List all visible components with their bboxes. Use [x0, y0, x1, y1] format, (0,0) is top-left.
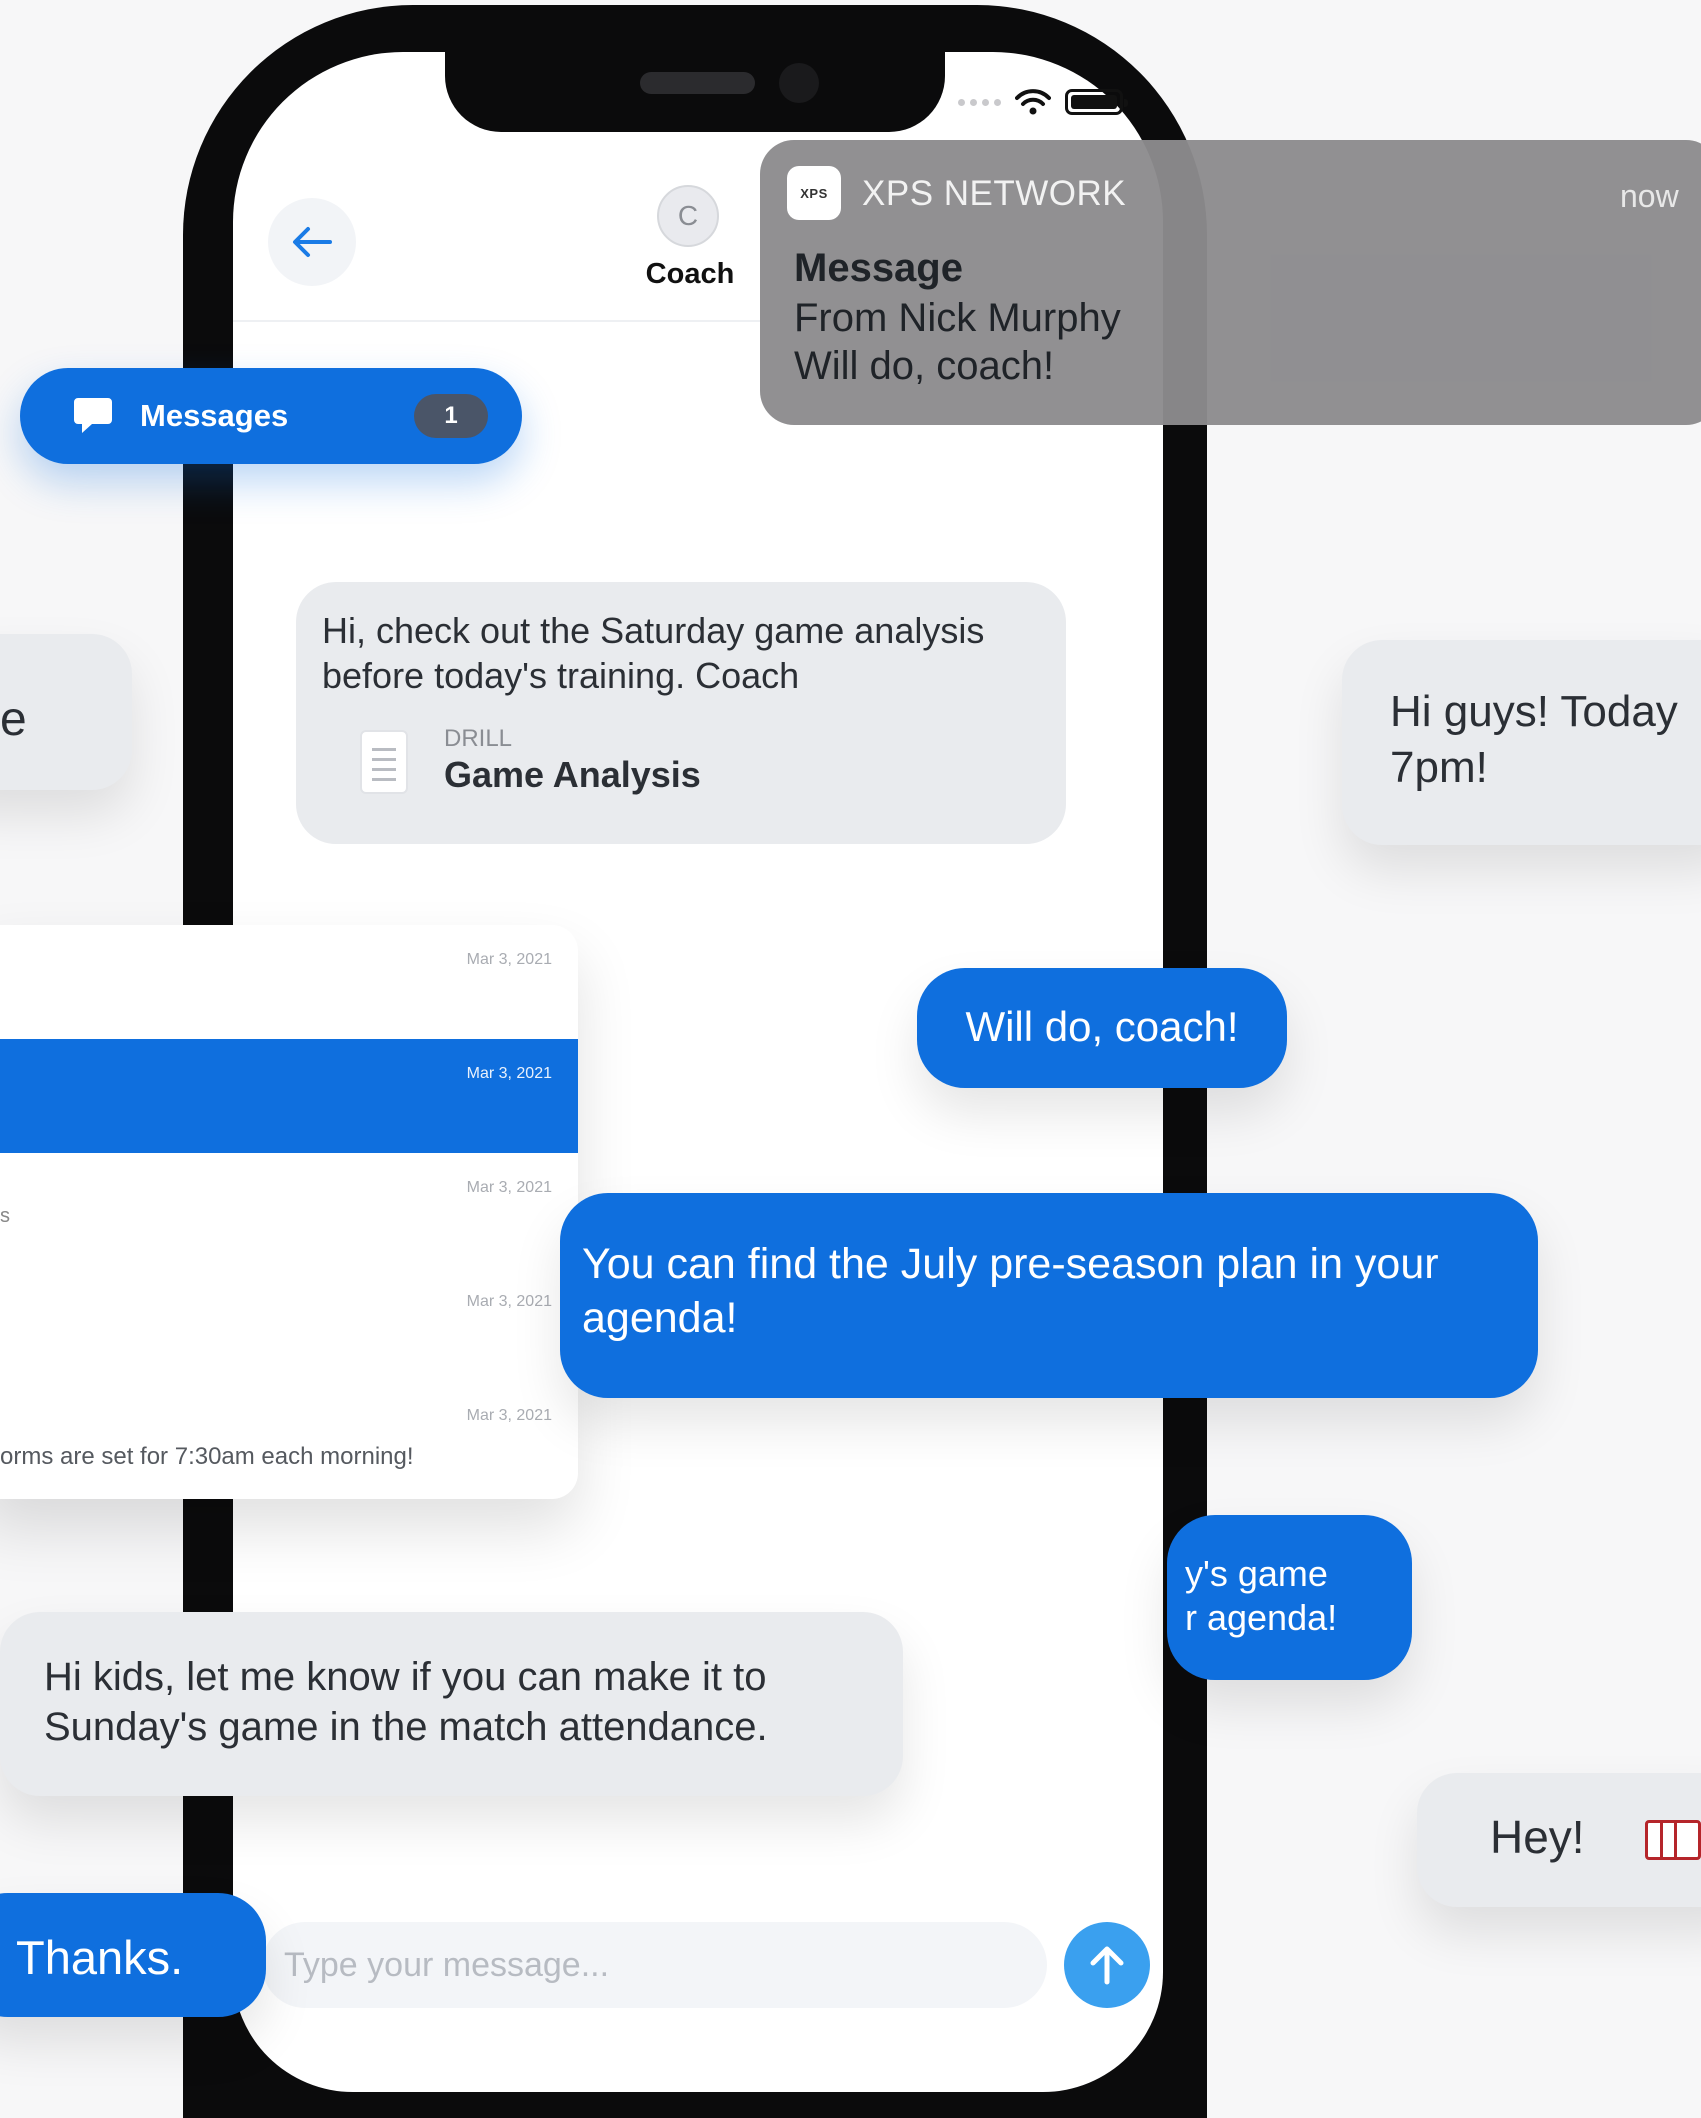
- list-item-preview: orms are set for 7:30am each morning!: [0, 1443, 414, 1470]
- arrow-up-icon: [1090, 1946, 1124, 1985]
- list-item[interactable]: Mar 3, 2021: [0, 925, 578, 1039]
- status-bar: [958, 88, 1128, 116]
- list-item-date: Mar 3, 2021: [466, 1407, 552, 1424]
- app-icon: XPS: [787, 166, 841, 220]
- front-camera: [779, 63, 819, 103]
- notification-time: now: [1620, 178, 1679, 214]
- left-partial-text: e: [0, 693, 27, 746]
- notification-body: Will do, coach!: [794, 344, 1055, 388]
- greeting-line-1: Hi guys! Today: [1390, 687, 1678, 736]
- will-do-text: Will do, coach!: [965, 1003, 1239, 1050]
- list-item-date: Mar 3, 2021: [466, 951, 552, 968]
- hey-text: Hey!: [1490, 1811, 1585, 1863]
- avatar[interactable]: C: [657, 185, 719, 247]
- list-item[interactable]: Mar 3, 2021: [0, 1267, 578, 1381]
- july-plan-text: You can find the July pre-season plan in…: [582, 1240, 1439, 1342]
- attachment-title[interactable]: Game Analysis: [444, 754, 701, 796]
- list-item-date: Mar 3, 2021: [466, 1065, 552, 1082]
- goal-net-icon: [1645, 1820, 1701, 1860]
- wifi-icon: [1015, 89, 1051, 115]
- list-item-preview-fragment: s: [0, 1205, 10, 1227]
- signal-dots-icon: [958, 98, 1001, 106]
- list-item[interactable]: Mar 3, 2021 s: [0, 1153, 578, 1267]
- chat-title: Coach: [645, 258, 735, 290]
- notification-sender: From Nick Murphy: [794, 296, 1121, 340]
- attendance-message-text: Hi kids, let me know if you can make it …: [44, 1655, 768, 1749]
- battery-icon: [1065, 89, 1128, 115]
- unread-count-badge: 1: [414, 394, 488, 438]
- greeting-text: Hi guys! Today 7pm!: [1390, 684, 1678, 796]
- agenda-partial-line-2: r agenda!: [1185, 1597, 1338, 1638]
- thanks-text: Thanks.: [16, 1931, 184, 1984]
- notification-app-name: XPS NETWORK: [862, 174, 1127, 213]
- arrow-left-icon: [293, 227, 332, 257]
- greeting-line-2: 7pm!: [1390, 743, 1488, 792]
- list-item-date: Mar 3, 2021: [466, 1293, 552, 1310]
- messages-pill-label: Messages: [140, 398, 289, 433]
- notification-title: Message: [794, 246, 963, 290]
- list-item[interactable]: Mar 3, 2021 orms are set for 7:30am each…: [0, 1381, 578, 1495]
- messages-pill[interactable]: Messages 1: [20, 368, 522, 464]
- list-item-date: Mar 3, 2021: [466, 1179, 552, 1196]
- agenda-partial-line-1: y's game: [1185, 1553, 1328, 1594]
- attachment-type: DRILL: [444, 725, 513, 752]
- document-icon: [360, 730, 408, 794]
- speaker-grille: [640, 72, 755, 94]
- agenda-partial-text: y's game r agenda!: [1185, 1552, 1337, 1640]
- back-button[interactable]: [268, 198, 356, 286]
- list-item-selected[interactable]: Mar 3, 2021: [0, 1039, 578, 1153]
- coach-message-text: Hi, check out the Saturday game analysis…: [322, 610, 985, 696]
- message-input-container[interactable]: [262, 1922, 1047, 2008]
- send-button[interactable]: [1064, 1922, 1150, 2008]
- conversation-list: Mar 3, 2021 Mar 3, 2021 Mar 3, 2021 s Ma…: [0, 925, 578, 1499]
- message-input[interactable]: [282, 1944, 1047, 1986]
- chat-bubble-icon: [74, 398, 112, 433]
